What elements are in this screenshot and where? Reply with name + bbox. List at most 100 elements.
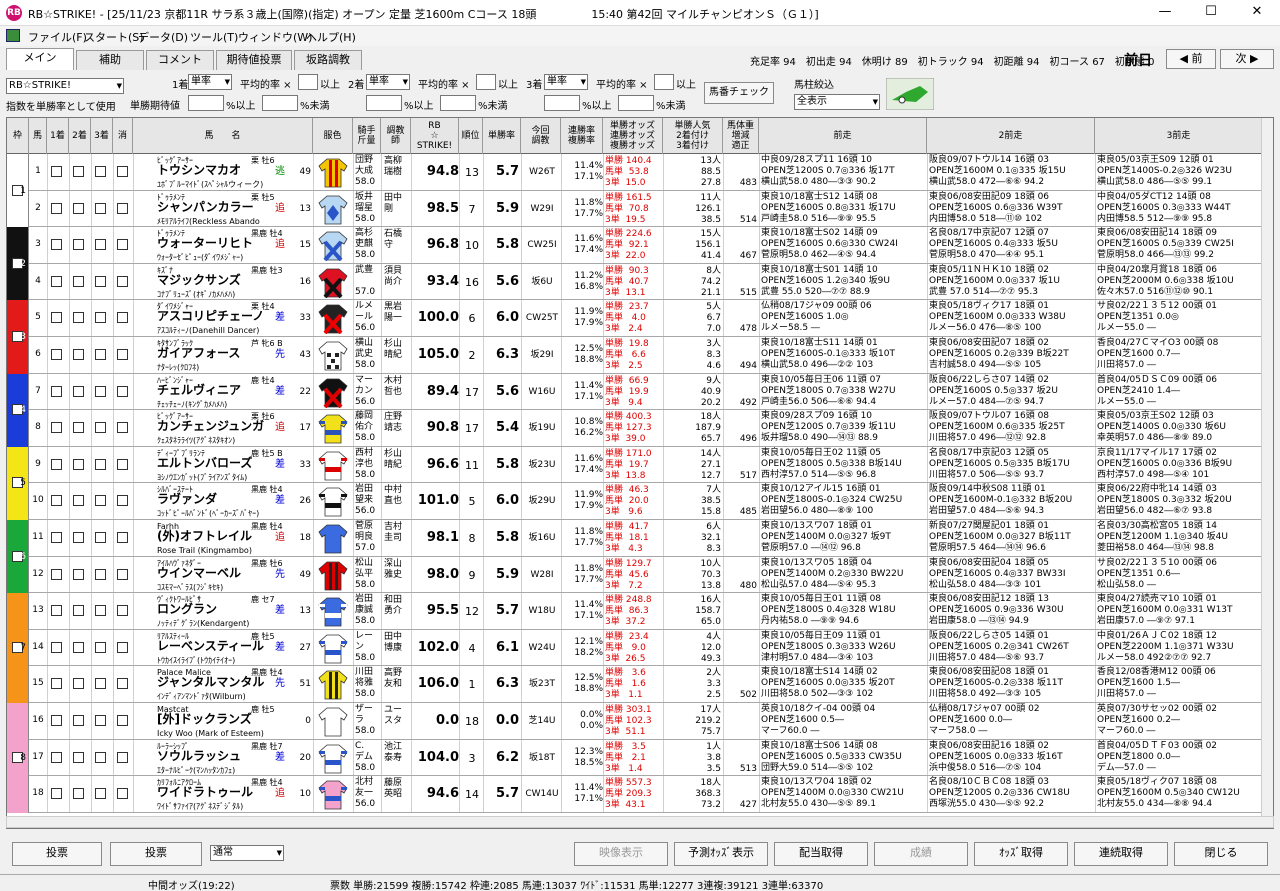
- horse-name[interactable]: マジックサンズ: [157, 274, 241, 286]
- third-place-checkbox[interactable]: [95, 385, 106, 397]
- second-place-checkbox[interactable]: [73, 568, 84, 580]
- second-place-checkbox[interactable]: [73, 312, 84, 324]
- profile-select[interactable]: RB☆STRIKE!: [6, 78, 124, 94]
- payout-fetch-button[interactable]: 配当取得: [774, 842, 868, 866]
- horse-name[interactable]: トウシンマカオ: [157, 164, 241, 176]
- app-menu-icon[interactable]: [6, 29, 20, 42]
- horse-name[interactable]: ワイドラトゥール: [157, 786, 253, 798]
- second-place-checkbox[interactable]: [73, 349, 84, 360]
- horse-name[interactable]: ガイアフォース: [157, 347, 240, 359]
- tab-support[interactable]: 補助: [76, 50, 144, 70]
- horse-name[interactable]: チェルヴィニア: [157, 384, 241, 396]
- horse-name[interactable]: ソウルラッシュ: [157, 750, 241, 762]
- close-window-button[interactable]: ✕: [1234, 0, 1280, 26]
- third-place-checkbox[interactable]: [95, 312, 106, 324]
- predicted-odds-button[interactable]: 予測ｵｯｽﾞ表示: [674, 842, 768, 866]
- table-row[interactable]: 17 ﾙｰﾗｰｼｯﾌﾟ 黒鹿 牡7 ソウルラッシュ ｴﾀｰﾅﾙﾋﾟｰｸ(ﾏﾝﾊｯﾀﾝｶﾌ…: [7, 739, 1263, 777]
- second-place-checkbox[interactable]: [73, 788, 84, 800]
- table-row[interactable]: 8 ﾋﾞｯｸﾞｱｰｻｰ栗 牡6 カンチェンジュンガ ｸｪｽﾀﾈﾗﾗｲﾂ(ｱｸﾞﾈｽﾀｷ…: [7, 410, 1263, 447]
- third-place-checkbox[interactable]: [95, 349, 106, 360]
- continuous-fetch-button[interactable]: 連続取得: [1074, 842, 1168, 866]
- first-place-checkbox[interactable]: [51, 166, 62, 177]
- minimize-button[interactable]: —: [1142, 0, 1188, 26]
- exclude-checkbox[interactable]: [117, 349, 128, 360]
- avg-rate-input-3[interactable]: [654, 74, 674, 90]
- table-row[interactable]: 15 Palace Malice 黒鹿 牡4 ジャンタルマンタル ｲﾝﾃﾞｨｱﾝﾏﾝﾄﾞ…: [7, 666, 1263, 703]
- maximize-button[interactable]: ☐: [1188, 0, 1234, 26]
- table-row[interactable]: 10 ｼﾙﾊﾞｰｽﾃｰﾄ 黒鹿 牡4 ラヴァンダ ｺｯﾄﾞﾋﾟｰﾙﾊﾞﾝﾄﾞ(ﾍﾞｰｶｰ…: [7, 483, 1263, 520]
- horse-name[interactable]: ラヴァンダ: [157, 493, 217, 505]
- exclude-checkbox[interactable]: [117, 422, 128, 434]
- third-place-checkbox[interactable]: [95, 678, 106, 690]
- exclude-checkbox[interactable]: [117, 385, 128, 397]
- table-row[interactable]: 13 ｳﾞｨｸﾄﾜｰﾙﾋﾟｻ鹿 セ7 ロングラン ﾉｯﾃｨﾃﾞｸﾞﾗﾝ(Kendarg…: [7, 593, 1263, 630]
- prev-race-button[interactable]: ◀ 前: [1166, 49, 1216, 69]
- place3-type-select[interactable]: 単率: [544, 74, 588, 90]
- exclude-checkbox[interactable]: [117, 788, 128, 800]
- next-race-button[interactable]: 次 ▶: [1220, 49, 1274, 69]
- horse-name[interactable]: エルトンバローズ: [157, 457, 252, 469]
- menu-start[interactable]: スタート(S): [84, 29, 144, 45]
- second-place-checkbox[interactable]: [73, 751, 84, 763]
- second-place-checkbox[interactable]: [73, 166, 84, 177]
- tab-slope-training[interactable]: 坂路調教: [294, 50, 362, 70]
- first-place-checkbox[interactable]: [51, 532, 62, 543]
- third-place-checkbox[interactable]: [95, 532, 106, 543]
- second-place-checkbox[interactable]: [73, 641, 84, 653]
- horse-name[interactable]: [外]ドックランズ: [157, 713, 252, 725]
- vertical-scrollbar[interactable]: [1261, 118, 1273, 828]
- first-place-checkbox[interactable]: [51, 385, 62, 397]
- horse-name[interactable]: (外)オフトレイル: [157, 530, 252, 542]
- first-place-checkbox[interactable]: [51, 458, 62, 470]
- first-place-checkbox[interactable]: [51, 641, 62, 653]
- avg-rate-input-2[interactable]: [476, 74, 496, 90]
- third-place-checkbox[interactable]: [95, 568, 106, 580]
- horse-name[interactable]: アスコリピチェーノ: [157, 310, 264, 322]
- menu-help[interactable]: ヘルプ(H): [306, 29, 356, 45]
- exclude-checkbox[interactable]: [117, 239, 128, 251]
- exp2-max[interactable]: [440, 95, 476, 111]
- third-place-checkbox[interactable]: [95, 422, 106, 434]
- first-place-checkbox[interactable]: [51, 788, 62, 800]
- exclude-checkbox[interactable]: [117, 275, 128, 287]
- horse-name[interactable]: レーベンスティール: [157, 640, 264, 652]
- third-place-checkbox[interactable]: [95, 239, 106, 251]
- horizontal-scrollbar[interactable]: [6, 816, 1274, 828]
- third-place-checkbox[interactable]: [95, 458, 106, 470]
- second-place-checkbox[interactable]: [73, 458, 84, 470]
- win-expected-min[interactable]: [188, 95, 224, 111]
- exp3-min[interactable]: [544, 95, 580, 111]
- horse-name[interactable]: カンチェンジュンガ: [157, 420, 264, 432]
- horse-name[interactable]: ジャンタルマンタル: [157, 676, 264, 688]
- exclude-checkbox[interactable]: [117, 202, 128, 214]
- horse-name[interactable]: ロングラン: [157, 603, 217, 615]
- second-place-checkbox[interactable]: [73, 239, 84, 251]
- first-place-checkbox[interactable]: [51, 312, 62, 324]
- exclude-checkbox[interactable]: [117, 678, 128, 690]
- first-place-checkbox[interactable]: [51, 751, 62, 763]
- table-row[interactable]: 16 Mastcat 鹿 牡5 [外]ドックランズ Icky Woo (Mark of …: [7, 703, 1263, 740]
- results-button[interactable]: 成績: [874, 842, 968, 866]
- first-place-checkbox[interactable]: [51, 678, 62, 690]
- third-place-checkbox[interactable]: [95, 788, 106, 800]
- vote-mode-select[interactable]: 通常: [210, 845, 284, 861]
- horse-check-button[interactable]: 馬番チェック: [704, 82, 774, 104]
- exclude-checkbox[interactable]: [117, 532, 128, 543]
- menu-data[interactable]: データ(D): [138, 29, 188, 45]
- video-button[interactable]: 映像表示: [574, 842, 668, 866]
- third-place-checkbox[interactable]: [95, 275, 106, 287]
- third-place-checkbox[interactable]: [95, 641, 106, 653]
- first-place-checkbox[interactable]: [51, 239, 62, 251]
- second-place-checkbox[interactable]: [73, 678, 84, 690]
- first-place-checkbox[interactable]: [51, 605, 62, 617]
- vote-secondary-button[interactable]: 投票: [110, 842, 202, 866]
- table-row[interactable]: 6 ｷﾀｻﾝﾌﾞﾗｯｸ芦 牝6 B ガイアフォース ﾅﾀｰﾚｯ(ｸﾛﾌﾈ) 先 43 横山 …: [7, 337, 1263, 374]
- second-place-checkbox[interactable]: [73, 202, 84, 214]
- table-row[interactable]: 7 ﾊｰﾋﾞﾝｼﾞｬｰ鹿 牡4 チェルヴィニア ﾁｪｯﾁｪｰﾉ(ｷﾝｸﾞｶﾒﾊﾒﾊ) 差…: [7, 373, 1263, 411]
- third-place-checkbox[interactable]: [95, 495, 106, 507]
- horse-name[interactable]: ウォーターリヒト: [157, 237, 253, 249]
- horse-name[interactable]: シャンパンカラー: [157, 201, 254, 213]
- tab-main[interactable]: メイン: [6, 48, 74, 70]
- table-row[interactable]: 1 ﾋﾞｯｸﾞｱｰｻｰ栗 牡6 トウシンマカオ ﾕﾎﾞﾌﾞﾙｰﾏｲﾄﾞ(ｽﾍﾟｼｬﾙウ…: [7, 154, 1263, 191]
- second-place-checkbox[interactable]: [73, 715, 84, 726]
